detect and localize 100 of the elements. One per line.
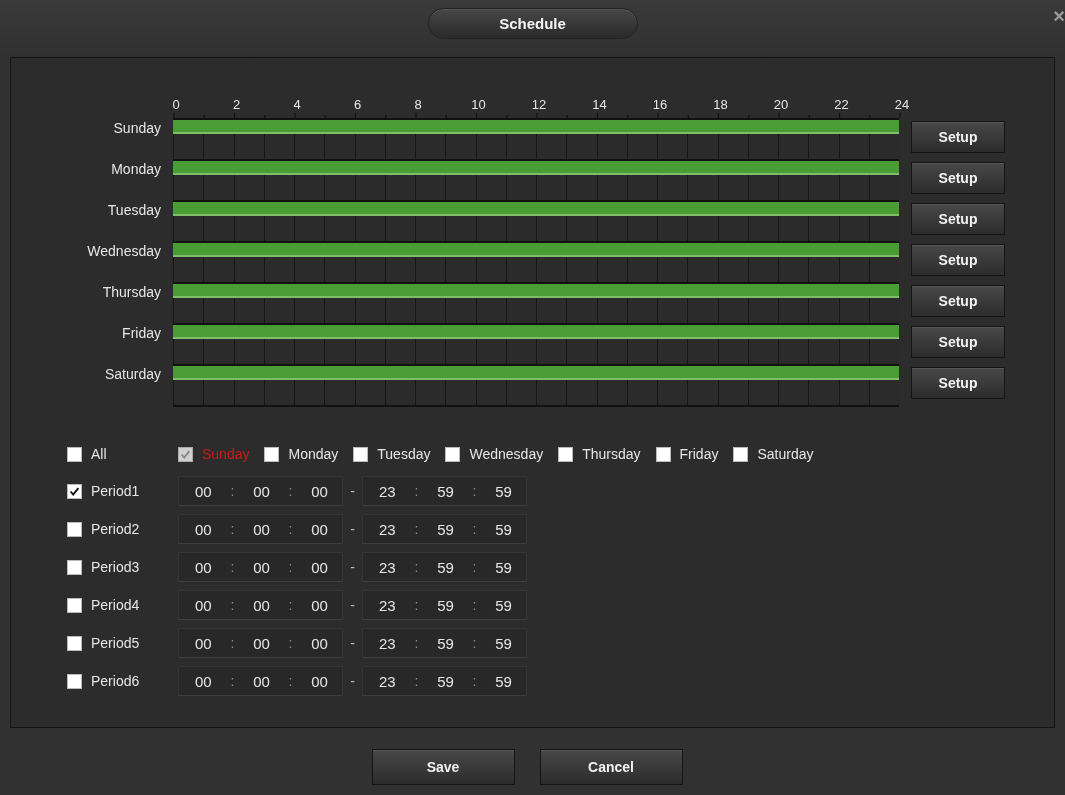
colon-separator: : xyxy=(472,521,477,537)
hour-label: 14 xyxy=(592,97,607,112)
colon-separator: : xyxy=(414,673,419,689)
time-segment[interactable]: 23 xyxy=(379,596,396,614)
period-label: Period4 xyxy=(91,597,140,613)
time-segment[interactable]: 59 xyxy=(495,558,512,576)
hour-label: 8 xyxy=(414,97,422,112)
colon-separator: : xyxy=(230,597,235,613)
day-checkbox-label: Thursday xyxy=(582,446,641,462)
save-button[interactable]: Save xyxy=(371,749,515,785)
range-dash: - xyxy=(349,597,356,613)
colon-separator: : xyxy=(230,521,235,537)
colon-separator: : xyxy=(472,635,477,651)
time-segment[interactable]: 59 xyxy=(437,482,454,500)
hour-label: 24 xyxy=(894,97,910,112)
setup-button[interactable]: Setup xyxy=(911,203,1005,235)
time-segment[interactable]: 00 xyxy=(253,520,270,538)
day-label: Thursday xyxy=(101,283,161,300)
time-field[interactable]: 00 : 00 : 00 xyxy=(178,590,343,620)
time-segment[interactable]: 23 xyxy=(379,634,396,652)
time-segment[interactable]: 00 xyxy=(311,672,328,690)
time-segment[interactable]: 59 xyxy=(437,634,454,652)
day-label: Friday xyxy=(121,324,161,341)
time-segment[interactable]: 23 xyxy=(379,482,396,500)
colon-separator: : xyxy=(230,673,235,689)
time-field[interactable]: 00 : 00 : 00 xyxy=(178,666,343,696)
setup-button[interactable]: Setup xyxy=(911,121,1005,153)
time-segment[interactable]: 00 xyxy=(195,634,212,652)
range-dash: - xyxy=(349,673,356,689)
time-segment[interactable]: 59 xyxy=(495,482,512,500)
time-segment[interactable]: 00 xyxy=(195,672,212,690)
period-label: Period5 xyxy=(91,635,140,651)
time-segment[interactable]: 00 xyxy=(311,520,328,538)
time-field[interactable]: 00 : 00 : 00 xyxy=(178,552,343,582)
time-field[interactable]: 23 : 59 : 59 xyxy=(362,666,527,696)
day-label: Saturday xyxy=(103,365,161,382)
colon-separator: : xyxy=(288,559,293,575)
day-checkbox-label: Tuesday xyxy=(377,446,431,462)
colon-separator: : xyxy=(230,559,235,575)
checkbox-label: All xyxy=(91,446,107,462)
time-segment[interactable]: 00 xyxy=(253,596,270,614)
colon-separator: : xyxy=(288,635,293,651)
setup-button[interactable]: Setup xyxy=(911,367,1005,399)
colon-separator: : xyxy=(288,597,293,613)
range-dash: - xyxy=(349,483,356,499)
time-field[interactable]: 23 : 59 : 59 xyxy=(362,628,527,658)
hour-label: 22 xyxy=(834,97,849,112)
time-field[interactable]: 23 : 59 : 59 xyxy=(362,590,527,620)
day-label: Wednesday xyxy=(86,242,161,259)
time-segment[interactable]: 00 xyxy=(311,482,328,500)
time-segment[interactable]: 00 xyxy=(195,596,212,614)
colon-separator: : xyxy=(230,635,235,651)
colon-separator: : xyxy=(414,559,419,575)
time-segment[interactable]: 00 xyxy=(253,634,270,652)
setup-button[interactable]: Setup xyxy=(911,244,1005,276)
hour-label: 2 xyxy=(232,97,241,112)
setup-button[interactable]: Setup xyxy=(911,162,1005,194)
time-field[interactable]: 00 : 00 : 00 xyxy=(178,514,343,544)
time-field[interactable]: 00 : 00 : 00 xyxy=(178,476,343,506)
time-field[interactable]: 23 : 59 : 59 xyxy=(362,514,527,544)
time-segment[interactable]: 59 xyxy=(437,596,454,614)
time-segment[interactable]: 59 xyxy=(495,596,512,614)
time-segment[interactable]: 59 xyxy=(495,672,512,690)
hour-label: 4 xyxy=(293,97,301,112)
time-segment[interactable]: 00 xyxy=(311,558,328,576)
time-segment[interactable]: 00 xyxy=(253,558,270,576)
colon-separator: : xyxy=(414,483,419,499)
time-segment[interactable]: 59 xyxy=(495,634,512,652)
time-segment[interactable]: 00 xyxy=(311,634,328,652)
time-segment[interactable]: 59 xyxy=(437,672,454,690)
setup-button[interactable]: Setup xyxy=(911,285,1005,317)
time-segment[interactable]: 00 xyxy=(195,482,212,500)
time-segment[interactable]: 59 xyxy=(437,558,454,576)
colon-separator: : xyxy=(472,483,477,499)
colon-separator: : xyxy=(472,559,477,575)
time-segment[interactable]: 59 xyxy=(437,520,454,538)
cancel-button[interactable]: Cancel xyxy=(539,749,683,785)
time-segment[interactable]: 23 xyxy=(379,558,396,576)
time-segment[interactable]: 00 xyxy=(253,482,270,500)
day-label: Monday xyxy=(110,160,161,177)
setup-button[interactable]: Setup xyxy=(911,326,1005,358)
range-dash: - xyxy=(349,559,356,575)
period-label: Period3 xyxy=(91,559,140,575)
time-segment[interactable]: 00 xyxy=(195,558,212,576)
time-segment[interactable]: 23 xyxy=(379,672,396,690)
period-label: Period1 xyxy=(91,483,140,499)
time-field[interactable]: 00 : 00 : 00 xyxy=(178,628,343,658)
time-segment[interactable]: 00 xyxy=(195,520,212,538)
time-segment[interactable]: 00 xyxy=(253,672,270,690)
time-segment[interactable]: 59 xyxy=(495,520,512,538)
time-field[interactable]: 23 : 59 : 59 xyxy=(362,476,527,506)
close-button[interactable]: × xyxy=(1053,6,1065,26)
day-label: Tuesday xyxy=(106,201,161,218)
colon-separator: : xyxy=(230,483,235,499)
time-segment[interactable]: 23 xyxy=(379,520,396,538)
range-dash: - xyxy=(349,521,356,537)
time-field[interactable]: 23 : 59 : 59 xyxy=(362,552,527,582)
time-segment[interactable]: 00 xyxy=(311,596,328,614)
day-checkbox-label: Saturday xyxy=(757,446,814,462)
colon-separator: : xyxy=(472,673,477,689)
